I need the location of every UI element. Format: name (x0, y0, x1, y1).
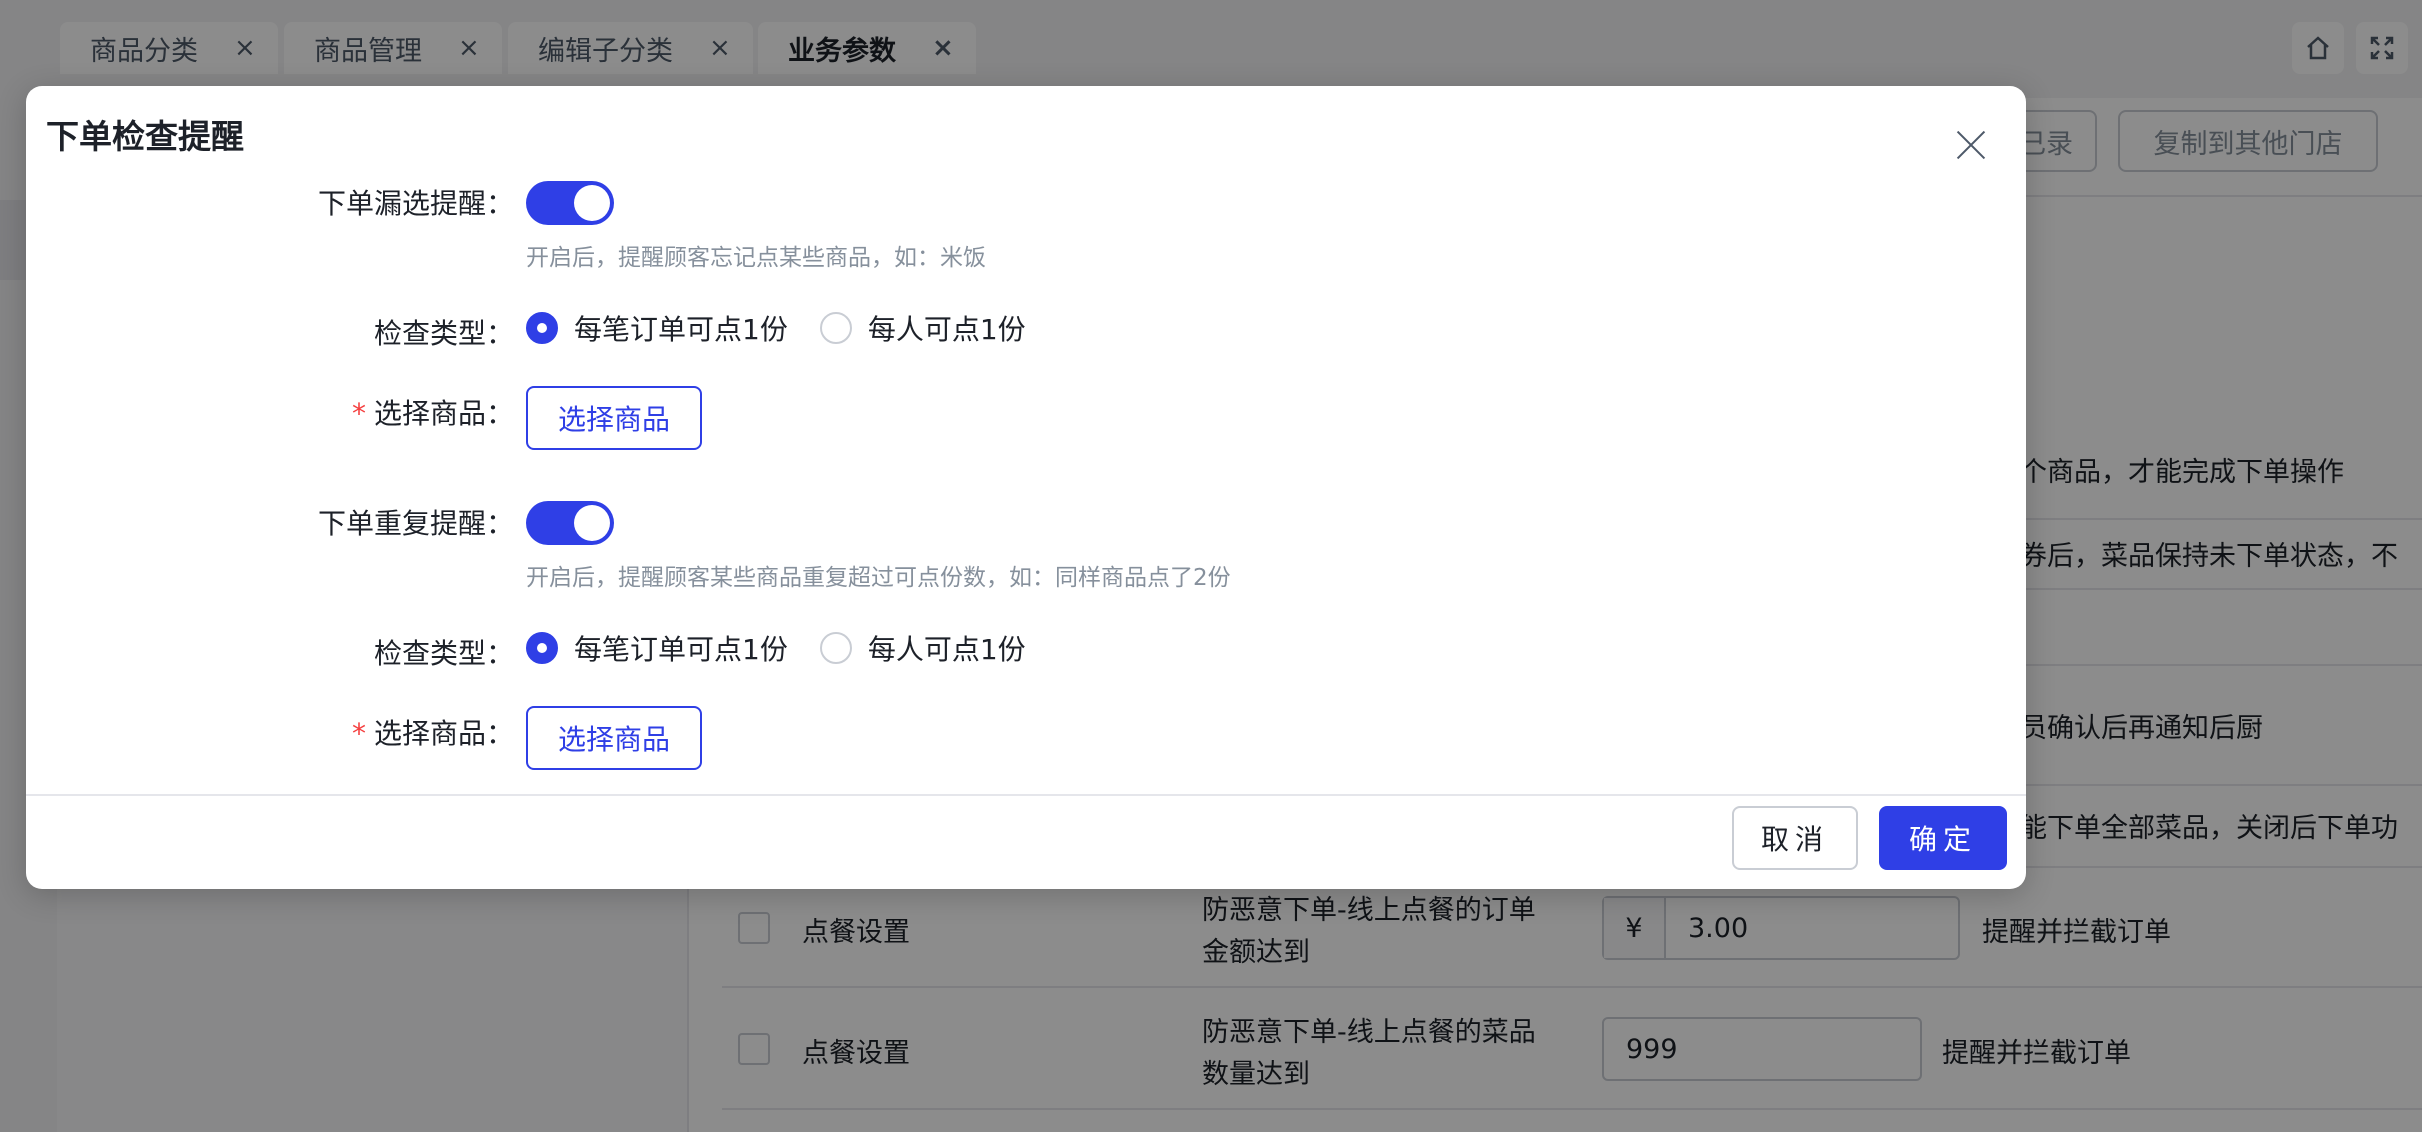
required-mark: * (351, 397, 366, 430)
radio-per-order[interactable]: 每笔订单可点1份 (526, 628, 788, 668)
check-type-label: 检查类型： (373, 317, 514, 350)
radio-checked-icon (526, 312, 558, 344)
missing-reminder-label: 下单漏选提醒： (317, 187, 514, 220)
check-type-label: 检查类型： (373, 637, 514, 670)
radio-per-order[interactable]: 每笔订单可点1份 (526, 308, 788, 348)
select-product-label: * 选择商品： (351, 397, 514, 430)
required-mark: * (351, 717, 366, 750)
repeat-check-type-radio-group: 每笔订单可点1份 每人可点1份 (526, 628, 1058, 668)
missing-reminder-switch[interactable] (526, 181, 614, 225)
radio-unchecked-icon (819, 312, 852, 344)
dialog-footer-divider (26, 794, 2026, 796)
order-check-reminder-dialog: 下单检查提醒 下单漏选提醒： 开启后，提醒顾客忘记点某些商品，如：米饭 检查类型… (26, 86, 2026, 889)
dialog-title: 下单检查提醒 (46, 117, 244, 156)
cancel-button[interactable]: 取消 (1732, 806, 1858, 870)
switch-knob (574, 505, 610, 541)
confirm-button[interactable]: 确定 (1879, 806, 2007, 870)
radio-per-person[interactable]: 每人可点1份 (819, 628, 1026, 668)
radio-unchecked-icon (819, 632, 852, 664)
repeat-reminder-label: 下单重复提醒： (317, 507, 514, 540)
close-icon[interactable] (1954, 128, 1988, 162)
missing-reminder-hint: 开启后，提醒顾客忘记点某些商品，如：米饭 (526, 245, 986, 271)
select-product-button[interactable]: 选择商品 (526, 706, 702, 770)
radio-per-person[interactable]: 每人可点1份 (819, 308, 1026, 348)
radio-checked-icon (526, 632, 558, 664)
switch-knob (574, 185, 610, 221)
repeat-reminder-hint: 开启后，提醒顾客某些商品重复超过可点份数，如：同样商品点了2份 (526, 565, 1231, 591)
missing-check-type-radio-group: 每笔订单可点1份 每人可点1份 (526, 308, 1058, 348)
repeat-reminder-switch[interactable] (526, 501, 614, 545)
select-product-label: * 选择商品： (351, 717, 514, 750)
select-product-button[interactable]: 选择商品 (526, 386, 702, 450)
